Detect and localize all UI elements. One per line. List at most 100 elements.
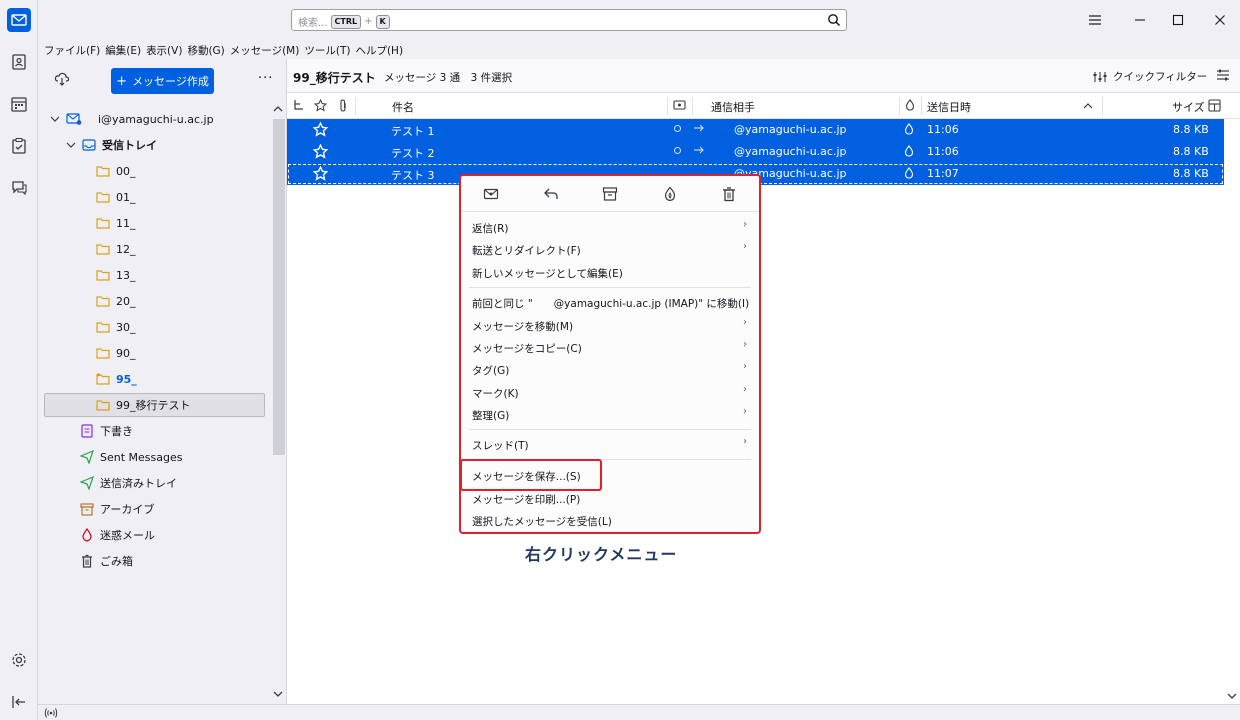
address-book-icon[interactable] bbox=[7, 50, 31, 74]
folder-12[interactable]: 12_ bbox=[96, 237, 136, 261]
menu-item-mark[interactable]: マーク(K) bbox=[472, 386, 519, 401]
subject-column-header[interactable]: 件名 bbox=[392, 99, 414, 115]
menu-help[interactable]: ヘルプ(H) bbox=[355, 40, 408, 59]
folder-sent[interactable]: 送信済みトレイ bbox=[80, 471, 177, 495]
folder-99-selected[interactable]: 99_移行テスト bbox=[44, 393, 265, 417]
junk-status-icon[interactable] bbox=[903, 145, 915, 157]
folder-junk[interactable]: 迷惑メール bbox=[80, 523, 155, 547]
correspondent-column-header[interactable]: 通信相手 bbox=[711, 99, 755, 115]
collapse-icon[interactable] bbox=[7, 690, 31, 714]
message-subject: テスト 3 bbox=[391, 169, 435, 182]
folder-label: 13_ bbox=[116, 268, 136, 282]
quick-filter-button[interactable]: クイックフィルター bbox=[1093, 69, 1207, 84]
date-column-header[interactable]: 送信日時 bbox=[927, 99, 971, 115]
chat-icon[interactable] bbox=[7, 176, 31, 200]
settings-icon[interactable] bbox=[7, 648, 31, 672]
read-status-icon[interactable] bbox=[673, 146, 682, 155]
folder-sent-messages[interactable]: Sent Messages bbox=[80, 445, 182, 469]
folder-90[interactable]: 90_ bbox=[96, 341, 136, 365]
scroll-down-icon[interactable] bbox=[273, 690, 283, 698]
menu-item-move[interactable]: メッセージを移動(M) bbox=[472, 319, 573, 334]
thread-column-icon[interactable] bbox=[293, 99, 305, 111]
folder-label: 90_ bbox=[116, 346, 136, 360]
size-column-header[interactable]: サイズ bbox=[1172, 99, 1205, 115]
account-row[interactable]: i@yamaguchi-u.ac.jp bbox=[50, 107, 214, 131]
folder-pane-scrollbar[interactable] bbox=[270, 99, 286, 704]
chevron-down-icon[interactable] bbox=[66, 140, 76, 150]
menu-item-print[interactable]: メッセージを印刷...(P) bbox=[472, 492, 580, 507]
folder-inbox[interactable]: 受信トレイ bbox=[66, 133, 157, 157]
folder-trash[interactable]: ごみ箱 bbox=[80, 549, 133, 573]
menu-message[interactable]: メッセージ(M) bbox=[230, 40, 305, 59]
tasks-icon[interactable] bbox=[7, 134, 31, 158]
menu-edit[interactable]: 編集(E) bbox=[105, 40, 146, 59]
folder-20[interactable]: 20_ bbox=[96, 289, 136, 313]
star-icon[interactable] bbox=[313, 144, 328, 159]
star-icon[interactable] bbox=[313, 122, 328, 137]
message-row[interactable]: テスト 1 @yamaguchi-u.ac.jp 11:06 8.8 KB bbox=[287, 119, 1224, 141]
unread-column-icon[interactable] bbox=[673, 99, 686, 111]
menu-item-reply[interactable]: 返信(R) bbox=[472, 221, 509, 236]
junk-icon[interactable] bbox=[662, 186, 678, 202]
menu-tools[interactable]: ツール(T) bbox=[304, 40, 355, 59]
attachment-column-icon[interactable] bbox=[337, 99, 349, 112]
folder-drafts[interactable]: 下書き bbox=[80, 419, 133, 443]
search-input[interactable]: 検索... CTRL + K bbox=[291, 9, 847, 31]
menu-item-thread[interactable]: スレッド(T) bbox=[472, 438, 529, 453]
sort-ascending-icon[interactable] bbox=[1083, 102, 1093, 109]
folder-icon bbox=[96, 218, 110, 229]
menu-item-tag[interactable]: タグ(G) bbox=[472, 363, 509, 378]
folder-11[interactable]: 11_ bbox=[96, 211, 136, 235]
junk-status-icon[interactable] bbox=[903, 167, 915, 179]
menu-file[interactable]: ファイル(F) bbox=[44, 40, 105, 59]
menu-go[interactable]: 移動(G) bbox=[187, 40, 229, 59]
scroll-down-icon[interactable] bbox=[1227, 692, 1237, 700]
chevron-right-icon: › bbox=[743, 317, 747, 328]
menu-item-organize[interactable]: 整理(G) bbox=[472, 408, 509, 423]
menu-item-edit-as-new[interactable]: 新しいメッセージとして編集(E) bbox=[472, 266, 623, 281]
star-column-icon[interactable] bbox=[314, 99, 327, 112]
maximize-icon[interactable] bbox=[1169, 11, 1187, 29]
menu-separator bbox=[469, 429, 751, 430]
message-row[interactable]: テスト 2 @yamaguchi-u.ac.jp 11:06 8.8 KB bbox=[287, 141, 1224, 163]
menu-view[interactable]: 表示(V) bbox=[146, 40, 187, 59]
reply-icon[interactable] bbox=[543, 186, 559, 202]
menu-item-copy[interactable]: メッセージをコピー(C) bbox=[472, 341, 582, 356]
junk-status-icon[interactable] bbox=[903, 123, 915, 135]
close-icon[interactable] bbox=[1211, 11, 1229, 29]
delete-icon[interactable] bbox=[721, 186, 737, 202]
search-icon[interactable] bbox=[827, 13, 841, 27]
archive-icon[interactable] bbox=[602, 186, 618, 202]
calendar-icon[interactable] bbox=[7, 92, 31, 116]
folder-archive[interactable]: アーカイブ bbox=[80, 497, 154, 521]
column-picker-icon[interactable] bbox=[1208, 99, 1221, 112]
read-status-icon[interactable] bbox=[673, 124, 682, 133]
account-icon bbox=[66, 113, 82, 125]
app-menu-icon[interactable] bbox=[1086, 11, 1104, 29]
scrollbar-thumb[interactable] bbox=[273, 119, 285, 455]
get-messages-icon[interactable] bbox=[54, 71, 70, 87]
mark-read-icon[interactable] bbox=[483, 186, 499, 202]
junk-column-icon[interactable] bbox=[904, 99, 916, 111]
menu-item-download-selected[interactable]: 選択したメッセージを受信(L) bbox=[472, 514, 612, 529]
star-icon[interactable] bbox=[313, 166, 328, 181]
folder-pane-more-button[interactable]: ··· bbox=[258, 71, 273, 86]
display-options-icon[interactable] bbox=[1216, 68, 1230, 82]
online-status-icon[interactable] bbox=[44, 707, 58, 719]
thread-pane-scrollbar[interactable] bbox=[1224, 119, 1240, 704]
folder-label: 99_移行テスト bbox=[116, 399, 191, 412]
compose-button[interactable]: + メッセージ作成 bbox=[111, 68, 214, 94]
folder-30[interactable]: 30_ bbox=[96, 315, 136, 339]
thunderbird-window: 検索... CTRL + K ファイル(F) 編集(E) 表示(V) 移動(G)… bbox=[0, 0, 1240, 720]
chevron-down-icon[interactable] bbox=[50, 114, 60, 124]
folder-01[interactable]: 01_ bbox=[96, 185, 136, 209]
menu-item-move-again[interactable]: 前回と同じ " @yamaguchi-u.ac.jp (IMAP)" に移動(I… bbox=[472, 296, 749, 311]
folder-00[interactable]: 00_ bbox=[96, 159, 136, 183]
folder-13[interactable]: 13_ bbox=[96, 263, 136, 287]
minimize-icon[interactable] bbox=[1131, 11, 1149, 29]
folder-95[interactable]: 95_ bbox=[96, 367, 137, 391]
mail-icon[interactable] bbox=[7, 8, 31, 32]
scroll-up-icon[interactable] bbox=[273, 105, 283, 113]
chevron-right-icon: › bbox=[743, 406, 747, 417]
menu-item-forward-redirect[interactable]: 転送とリダイレクト(F) bbox=[472, 243, 581, 258]
